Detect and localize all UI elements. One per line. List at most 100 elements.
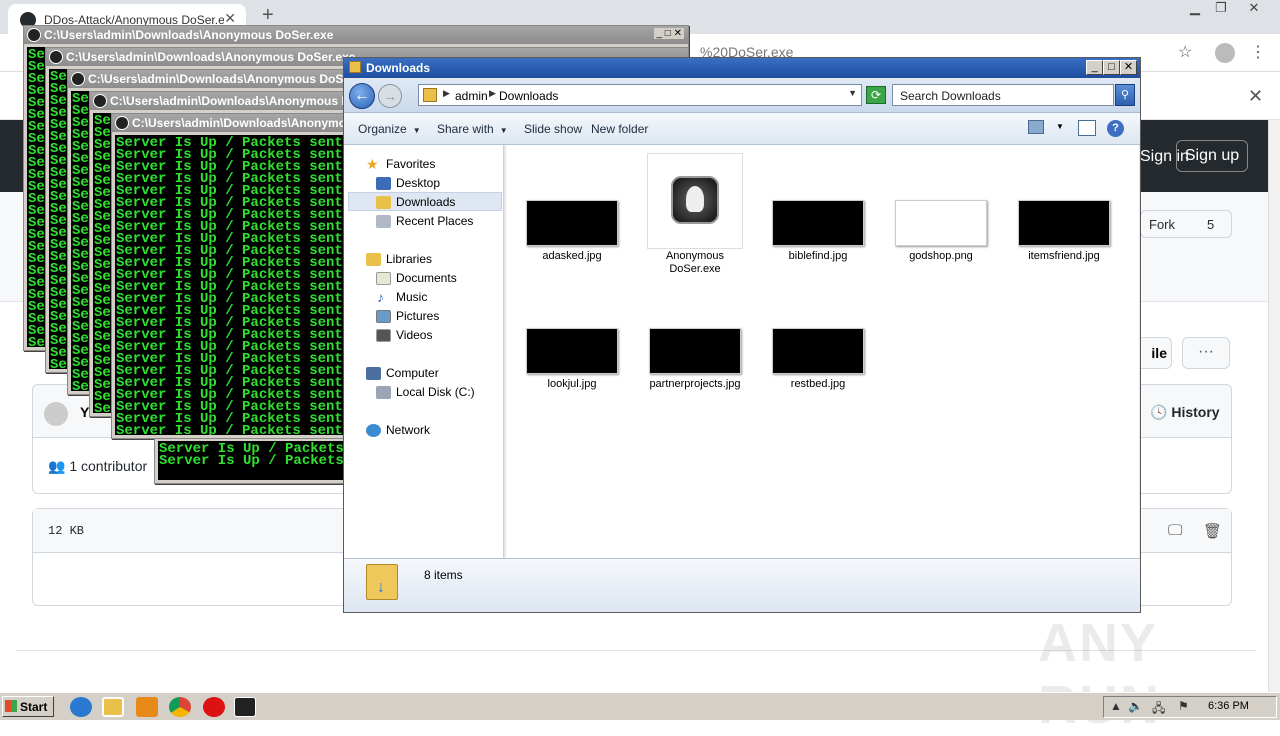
file-name[interactable]: biblefind.jpg — [763, 250, 873, 263]
fork-button[interactable]: Fork 5 — [1140, 210, 1232, 238]
chrome-icon[interactable] — [169, 697, 191, 717]
item-count: 8 items — [424, 568, 463, 582]
file-thumbnail[interactable] — [526, 328, 618, 374]
infobar-close-icon[interactable]: ✕ — [1248, 86, 1263, 107]
breadcrumb[interactable]: ▶ admin ▶ Downloads ▼ — [418, 84, 862, 106]
nav-downloads[interactable]: Downloads — [396, 195, 455, 209]
nav-libraries[interactable]: Libraries — [386, 252, 432, 266]
file-size: 12 KB — [48, 524, 85, 538]
nav-videos[interactable]: Videos — [396, 328, 432, 342]
anonymous-icon — [27, 28, 41, 42]
explorer-minimize-button[interactable]: _ — [1086, 60, 1103, 75]
share-with-button[interactable]: Share with ▼ — [437, 122, 508, 136]
explorer-title: Downloads — [344, 58, 1140, 78]
fork-label: Fork — [1149, 217, 1175, 232]
slide-show-button[interactable]: Slide show — [524, 122, 582, 136]
nav-recent-places[interactable]: Recent Places — [396, 214, 473, 228]
sign-up-button[interactable]: Sign up — [1176, 140, 1248, 172]
file-name[interactable]: partnerprojects.jpg — [640, 378, 750, 391]
contributors-label: 1 contributor — [69, 458, 148, 474]
desktop-icon — [376, 177, 391, 190]
ie-icon[interactable] — [70, 697, 92, 717]
anonymous-icon — [49, 50, 63, 64]
nav-network[interactable]: Network — [386, 423, 430, 437]
commit-avatar[interactable] — [44, 402, 68, 426]
fork-count: 5 — [1207, 217, 1215, 232]
file-thumbnail[interactable] — [526, 200, 618, 246]
bookmark-star-icon[interactable]: ☆ — [1178, 42, 1192, 62]
music-icon: ♪ — [377, 289, 384, 305]
file-thumbnail[interactable] — [895, 200, 987, 246]
file-name[interactable]: lookjul.jpg — [517, 378, 627, 391]
file-name[interactable]: restbed.jpg — [763, 378, 873, 391]
libraries-icon — [366, 253, 381, 266]
breadcrumb-downloads[interactable]: Downloads — [499, 89, 558, 103]
help-icon[interactable]: ? — [1107, 120, 1124, 137]
explorer-maximize-button[interactable]: □ — [1103, 60, 1120, 75]
desktop-icon[interactable]: 🖵 — [1168, 522, 1182, 539]
opera-icon[interactable] — [203, 697, 225, 717]
browser-maximize-button[interactable]: ❐ — [1210, 0, 1232, 18]
windows-logo-icon — [5, 700, 17, 712]
chevron-down-icon[interactable]: ▼ — [1056, 122, 1064, 131]
star-icon: ★ — [366, 156, 379, 172]
file-name[interactable]: itemsfriend.jpg — [1009, 250, 1119, 263]
file-name[interactable]: godshop.png — [886, 250, 996, 263]
documents-icon — [376, 272, 391, 285]
history-label: History — [1171, 404, 1220, 420]
preview-pane-icon[interactable] — [1078, 120, 1096, 136]
explorer-icon[interactable] — [102, 697, 124, 717]
nav-computer[interactable]: Computer — [386, 366, 439, 380]
file-thumbnail[interactable] — [772, 328, 864, 374]
new-tab-button[interactable]: + — [262, 4, 274, 27]
file-name[interactable]: adasked.jpg — [517, 250, 627, 263]
anonymous-mask-icon — [671, 176, 719, 224]
console-window-controls[interactable]: _ □ ✕ — [654, 28, 684, 39]
tray-expand-icon[interactable]: ▲ — [1110, 699, 1122, 713]
flag-icon[interactable]: ⚑ — [1178, 699, 1189, 713]
back-arrow-icon[interactable]: ← — [349, 83, 375, 109]
new-folder-button[interactable]: New folder — [591, 122, 648, 136]
more-options-button[interactable]: ··· — [1182, 337, 1230, 369]
file-thumbnail[interactable] — [1018, 200, 1110, 246]
file-name[interactable]: Anonymous DoSer.exe — [640, 250, 750, 276]
nav-desktop[interactable]: Desktop — [396, 176, 440, 190]
forward-arrow-icon[interactable]: → — [378, 84, 402, 108]
nav-local-disk[interactable]: Local Disk (C:) — [396, 385, 475, 399]
explorer-close-button[interactable]: ✕ — [1120, 60, 1137, 75]
browser-minimize-button[interactable]: ▁ — [1184, 0, 1206, 18]
refresh-icon[interactable]: ⟳ — [866, 86, 886, 104]
chevron-icon[interactable]: ▶ — [443, 88, 450, 99]
videos-icon — [376, 329, 391, 342]
breadcrumb-admin[interactable]: admin — [455, 89, 488, 103]
trash-icon[interactable]: 🗑 — [1203, 522, 1222, 540]
organize-button[interactable]: Organize ▼ — [358, 122, 421, 136]
volume-icon[interactable]: 🔈 — [1128, 699, 1143, 713]
browser-close-button[interactable]: ✕ — [1243, 0, 1265, 18]
recent-places-icon — [376, 215, 391, 228]
folder-icon — [423, 88, 437, 102]
contributors-text[interactable]: 👥 1 contributor — [48, 458, 147, 475]
search-icon[interactable]: ⚲ — [1115, 84, 1135, 106]
organize-label: Organize — [358, 122, 407, 136]
nav-favorites[interactable]: Favorites — [386, 157, 435, 171]
nav-pictures[interactable]: Pictures — [396, 309, 439, 323]
browser-menu-icon[interactable]: ⋮ — [1250, 42, 1266, 62]
search-input[interactable]: Search Downloads — [892, 84, 1114, 106]
nav-documents[interactable]: Documents — [396, 271, 457, 285]
chevron-down-icon[interactable]: ▼ — [848, 88, 857, 98]
nav-music[interactable]: Music — [396, 290, 427, 304]
anonymous-doser-icon[interactable] — [234, 697, 256, 717]
file-thumbnail[interactable] — [772, 200, 864, 246]
commit-author[interactable]: Y — [80, 404, 89, 420]
page-scrollbar[interactable] — [1268, 120, 1280, 692]
view-icon[interactable] — [1028, 120, 1044, 134]
network-tray-icon[interactable]: 🖧 — [1152, 699, 1165, 720]
profile-avatar[interactable] — [1215, 43, 1235, 63]
chevron-icon[interactable]: ▶ — [489, 88, 496, 99]
taskbar — [0, 692, 1280, 720]
chevron-down-icon: ▼ — [499, 126, 508, 135]
file-thumbnail[interactable] — [649, 328, 741, 374]
media-player-icon[interactable] — [136, 697, 158, 717]
history-link[interactable]: 🕓 History — [1150, 404, 1220, 421]
